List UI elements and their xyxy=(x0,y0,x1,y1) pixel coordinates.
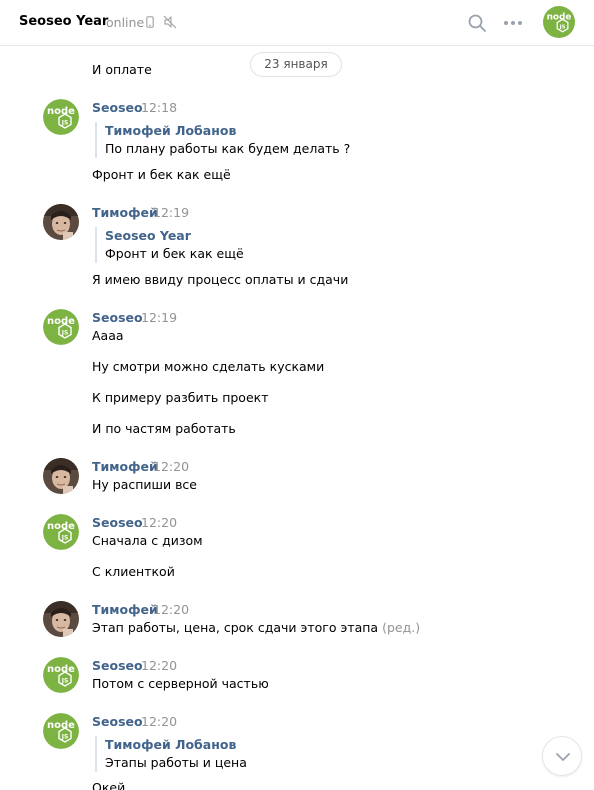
message-text: Сначала с дизом xyxy=(92,533,203,548)
message-text: И оплате xyxy=(92,62,152,77)
message-text: Фронт и бек как ещё xyxy=(92,167,231,182)
search-icon[interactable] xyxy=(467,13,487,33)
message-text: Потом с серверной частью xyxy=(92,676,269,691)
message-author[interactable]: Seoseo xyxy=(92,658,143,673)
message-author[interactable]: Seoseo xyxy=(92,515,143,530)
message-author[interactable]: Тимофей xyxy=(92,602,158,617)
user-photo-avatar[interactable] xyxy=(43,601,79,637)
message-text: И по частям работать xyxy=(92,421,236,436)
message-text: К примеру разбить проект xyxy=(92,390,269,405)
phone-icon xyxy=(146,16,154,28)
quote-text: По плану работы как будем делать ? xyxy=(105,141,351,156)
message-time[interactable]: 12:18 xyxy=(141,100,177,115)
message-time[interactable]: 12:20 xyxy=(153,459,189,474)
message-author[interactable]: Seoseo xyxy=(92,310,143,325)
message-text: Этап работы, цена, срок сдачи этого этап… xyxy=(92,620,420,635)
chevron-down-icon xyxy=(556,753,570,761)
scroll-to-bottom-button[interactable] xyxy=(542,736,582,776)
message-author[interactable]: Тимофей xyxy=(92,205,158,220)
message-time[interactable]: 12:20 xyxy=(141,714,177,729)
quote-author: Seoseo Year xyxy=(105,228,191,243)
message-text: Ну смотри можно сделать кусками xyxy=(92,359,325,374)
quoted-message[interactable]: Seoseo Year Фронт и бек как ещё xyxy=(95,227,244,263)
quoted-message[interactable]: Тимофей Лобанов Этапы работы и цена xyxy=(95,736,247,772)
node-js-avatar[interactable] xyxy=(43,99,79,135)
message-time[interactable]: 12:20 xyxy=(153,602,189,617)
online-status: online xyxy=(106,15,145,30)
message-time[interactable]: 12:20 xyxy=(141,658,177,673)
more-icon[interactable] xyxy=(503,13,523,33)
mute-icon xyxy=(163,15,177,29)
message-feed[interactable]: 23 января И оплате Seoseo 12:18 Тимофей … xyxy=(0,47,594,790)
date-separator[interactable]: 23 января xyxy=(250,52,342,77)
user-photo-avatar[interactable] xyxy=(43,204,79,240)
message-time[interactable]: 12:19 xyxy=(153,205,189,220)
message-text: Окей xyxy=(92,780,126,790)
message-time[interactable]: 12:19 xyxy=(141,310,177,325)
message-author[interactable]: Seoseo xyxy=(92,714,143,729)
node-js-avatar[interactable] xyxy=(43,657,79,693)
chat-title[interactable]: Seoseo Year xyxy=(19,14,108,29)
quote-text: Фронт и бек как ещё xyxy=(105,246,244,261)
node-js-avatar[interactable] xyxy=(43,514,79,550)
message-text-content: Этап работы, цена, срок сдачи этого этап… xyxy=(92,620,379,635)
message-text: Ну распиши все xyxy=(92,477,197,492)
quote-author: Тимофей Лобанов xyxy=(105,123,237,138)
chat-avatar[interactable] xyxy=(543,6,575,38)
user-photo-avatar[interactable] xyxy=(43,458,79,494)
message-text: Аааа xyxy=(92,328,124,343)
message-author[interactable]: Seoseo xyxy=(92,100,143,115)
quote-author: Тимофей Лобанов xyxy=(105,737,237,752)
message-time[interactable]: 12:20 xyxy=(141,515,177,530)
node-js-avatar[interactable] xyxy=(43,309,79,345)
edited-mark[interactable]: (ред.) xyxy=(382,620,420,635)
message-author[interactable]: Тимофей xyxy=(92,459,158,474)
message-text: Я имею ввиду процесс оплаты и сдачи xyxy=(92,272,349,287)
quoted-message[interactable]: Тимофей Лобанов По плану работы как буде… xyxy=(95,122,350,158)
quote-text: Этапы работы и цена xyxy=(105,755,247,770)
node-js-avatar[interactable] xyxy=(43,713,79,749)
message-text: С клиенткой xyxy=(92,564,175,579)
chat-header: Seoseo Year online xyxy=(0,0,594,46)
